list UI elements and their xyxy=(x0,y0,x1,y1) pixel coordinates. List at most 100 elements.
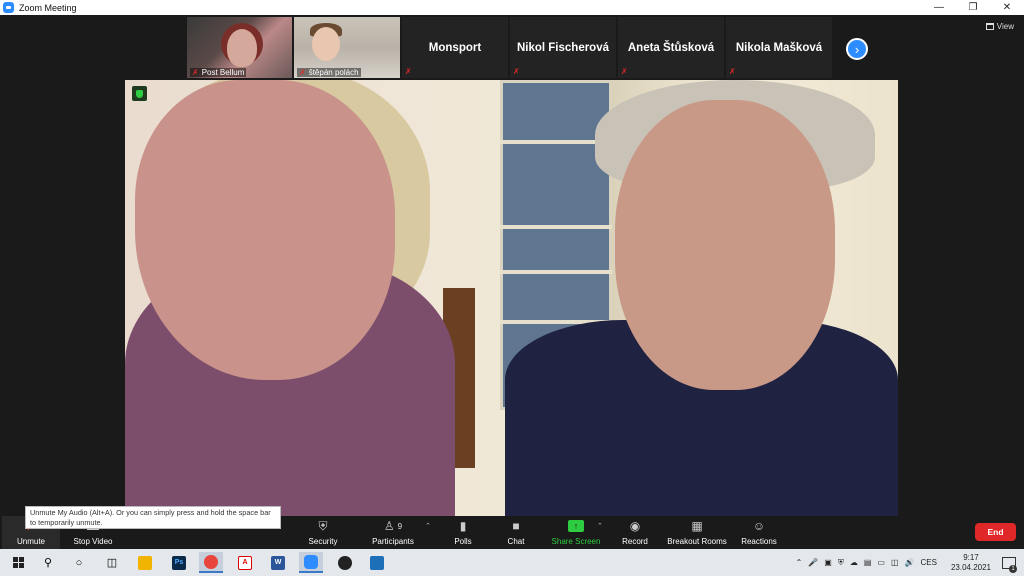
clock-date: 23.04.2021 xyxy=(950,562,991,572)
participant-tile[interactable]: ✗ štěpán polách xyxy=(294,17,400,78)
notification-icon[interactable]: 1 xyxy=(1002,556,1017,573)
breakout-rooms-icon: ▦ xyxy=(691,519,703,533)
defender-icon[interactable]: ⛨ xyxy=(838,558,844,568)
battery-icon[interactable]: ▭ xyxy=(877,558,885,567)
participant-name: Nikol Fischerová xyxy=(516,41,610,54)
language-indicator[interactable]: CES xyxy=(921,558,937,567)
photos-icon[interactable] xyxy=(365,552,389,573)
speaker-face xyxy=(615,100,835,390)
speaker-face xyxy=(135,80,395,380)
participant-name: Aneta Štůsková xyxy=(627,41,715,54)
unmute-label: Unmute xyxy=(16,537,45,546)
muted-mic-icon: ✗ xyxy=(405,67,412,76)
polls-button[interactable]: ▮ Polls xyxy=(433,518,493,546)
clock[interactable]: 9:17 23.04.2021 xyxy=(948,553,994,573)
participant-caption: ✗ Post Bellum xyxy=(190,67,247,77)
unmute-tooltip: Unmute My Audio (Alt+A). Or you can simp… xyxy=(25,506,281,529)
restore-icon[interactable]: ❐ xyxy=(956,0,990,15)
view-button-label: View xyxy=(996,22,1014,31)
security-label: Security xyxy=(308,537,338,546)
polls-chart-icon: ▮ xyxy=(459,519,467,533)
grid-view-icon xyxy=(985,23,994,30)
participants-options-chevron-icon[interactable]: ⌃ xyxy=(425,522,431,530)
participant-name: Monsport xyxy=(428,41,482,54)
active-speaker-video xyxy=(125,80,898,516)
network-icon[interactable]: ▤ xyxy=(864,558,872,567)
file-explorer-icon[interactable] xyxy=(133,552,157,573)
minimize-icon[interactable]: — xyxy=(922,0,956,15)
participant-tile[interactable]: Monsport ✗ xyxy=(402,17,508,78)
windows-taskbar: ⚲ ○ ◫ Ps A W ⌃ 🎤 ▣ ⛨ ☁ ▤ ▭ ◫ 🔊 CES 9:17 … xyxy=(0,549,1024,576)
participant-tile[interactable]: Aneta Štůsková ✗ xyxy=(618,17,724,78)
cloud-icon[interactable]: ☁ xyxy=(850,558,858,567)
participant-name: Post Bellum xyxy=(201,68,245,77)
meeting-area: View ✗ Post Bellum ✗ štěpán polách Monsp… xyxy=(0,15,1024,529)
participant-tile[interactable]: Nikol Fischerová ✗ xyxy=(510,17,616,78)
muted-mic-icon: ✗ xyxy=(299,67,306,77)
task-view-icon[interactable]: ◫ xyxy=(100,552,124,573)
display-icon[interactable]: ◫ xyxy=(891,558,899,567)
microphone-icon[interactable]: 🎤 xyxy=(808,558,818,567)
notification-count: 1 xyxy=(1009,564,1017,573)
record-label: Record xyxy=(622,537,648,546)
window-title-bar: Zoom Meeting — ❐ ✕ xyxy=(0,0,1024,15)
window-controls: — ❐ ✕ xyxy=(922,0,1024,15)
close-icon[interactable]: ✕ xyxy=(990,0,1024,15)
background-shelf xyxy=(500,270,612,274)
participant-tile[interactable]: ✗ Post Bellum xyxy=(187,17,292,78)
reactions-label: Reactions xyxy=(741,537,777,546)
search-icon[interactable]: ⚲ xyxy=(36,552,60,573)
polls-label: Polls xyxy=(454,537,472,546)
encryption-shield-icon[interactable] xyxy=(132,86,147,101)
cortana-icon[interactable]: ○ xyxy=(67,552,91,573)
system-tray: ⌃ 🎤 ▣ ⛨ ☁ ▤ ▭ ◫ 🔊 CES 9:17 23.04.2021 1 xyxy=(793,549,1024,576)
tray-app-icon[interactable]: ▣ xyxy=(824,558,832,567)
participant-name: Nikola Mašková xyxy=(735,41,823,54)
chrome-icon[interactable] xyxy=(199,552,223,573)
chevron-up-icon[interactable]: ⌃ xyxy=(796,558,803,567)
record-button[interactable]: ◉ Record xyxy=(605,518,665,546)
muted-mic-icon: ✗ xyxy=(729,67,736,76)
view-button[interactable]: View xyxy=(985,22,1014,31)
participant-tile[interactable]: Nikola Mašková ✗ xyxy=(726,17,832,78)
word-icon[interactable]: W xyxy=(266,552,290,573)
record-icon: ◉ xyxy=(629,519,641,533)
clock-time: 9:17 xyxy=(963,552,979,562)
window-title: Zoom Meeting xyxy=(19,2,77,13)
participant-face xyxy=(227,29,257,67)
share-screen-icon: ↑ xyxy=(568,518,584,534)
share-options-chevron-icon[interactable]: ⌃ xyxy=(597,522,603,530)
zoom-taskbar-icon[interactable] xyxy=(299,552,323,573)
photoshop-icon[interactable]: Ps xyxy=(167,552,191,573)
participants-icon: ♙ 9 xyxy=(383,519,403,533)
participant-strip: ✗ Post Bellum ✗ štěpán polách Monsport ✗… xyxy=(187,17,832,78)
end-meeting-button[interactable]: End xyxy=(975,523,1016,541)
zoom-app-icon xyxy=(3,2,14,13)
chat-label: Chat xyxy=(507,537,525,546)
participants-count: 9 xyxy=(397,521,403,531)
obs-icon[interactable] xyxy=(333,552,357,573)
participant-name: štěpán polách xyxy=(308,68,359,77)
volume-icon[interactable]: 🔊 xyxy=(905,558,915,567)
shield-icon: ⛨ xyxy=(318,518,328,533)
chevron-right-icon: › xyxy=(854,41,860,57)
participants-button[interactable]: ♙ 9 Participants xyxy=(363,518,423,546)
muted-mic-icon: ✗ xyxy=(621,67,628,76)
windows-start-icon[interactable] xyxy=(6,552,30,573)
participants-label: Participants xyxy=(372,537,414,546)
next-page-button[interactable]: › xyxy=(846,38,868,60)
participant-face xyxy=(312,27,340,61)
chat-button[interactable]: ■ Chat xyxy=(486,518,546,546)
chat-bubble-icon: ■ xyxy=(512,519,520,533)
breakout-rooms-button[interactable]: ▦ Breakout Rooms xyxy=(667,518,727,546)
share-screen-label: Share Screen xyxy=(551,537,601,546)
muted-mic-icon: ✗ xyxy=(192,67,199,77)
acrobat-icon[interactable]: A xyxy=(233,552,257,573)
participant-caption: ✗ štěpán polách xyxy=(297,68,361,77)
stop-video-label: Stop Video xyxy=(73,537,113,546)
security-button[interactable]: ⛨ Security xyxy=(293,518,353,547)
muted-mic-icon: ✗ xyxy=(513,67,520,76)
reactions-button[interactable]: ☺ Reactions xyxy=(729,518,789,546)
reactions-smiley-icon: ☺ xyxy=(752,519,766,533)
background-shelf xyxy=(500,225,612,229)
